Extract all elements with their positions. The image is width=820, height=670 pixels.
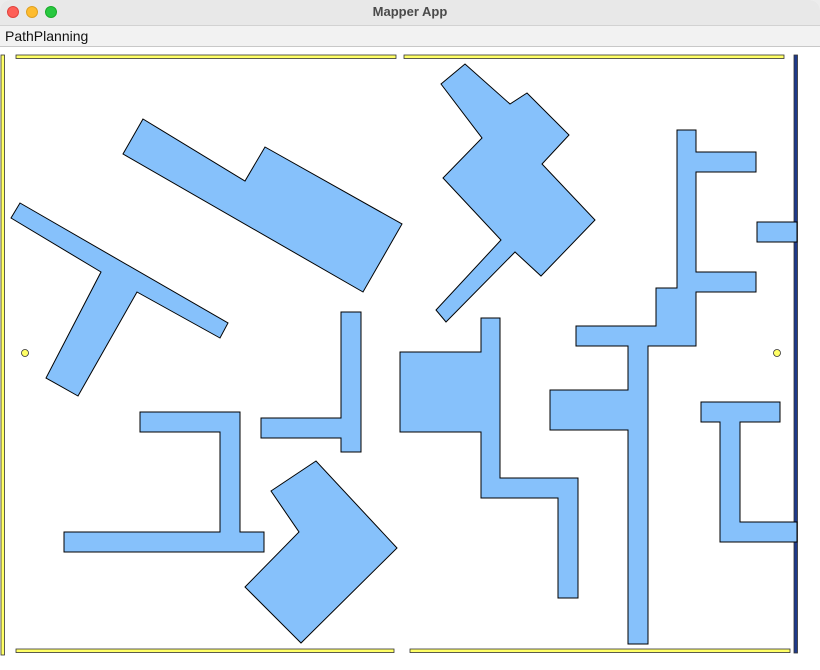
menu-bar: PathPlanning	[0, 26, 820, 47]
mapper-window: Mapper App PathPlanning	[0, 0, 820, 670]
wall-top-right[interactable]	[403, 54, 785, 59]
map-svg[interactable]	[0, 47, 820, 670]
title-bar[interactable]: Mapper App	[0, 0, 820, 26]
waypoint-goal[interactable]	[773, 349, 781, 357]
wall-left[interactable]	[0, 54, 5, 656]
menu-pathplanning[interactable]: PathPlanning	[5, 28, 88, 44]
obstacle-right-stub[interactable]	[756, 221, 798, 243]
wall-top-left[interactable]	[15, 54, 397, 59]
wall-bottom-left[interactable]	[15, 648, 395, 653]
wall-right[interactable]	[793, 54, 798, 654]
wall-bottom-right[interactable]	[409, 648, 791, 653]
map-canvas[interactable]	[0, 47, 820, 670]
window-title: Mapper App	[372, 4, 448, 19]
waypoint-start[interactable]	[21, 349, 29, 357]
